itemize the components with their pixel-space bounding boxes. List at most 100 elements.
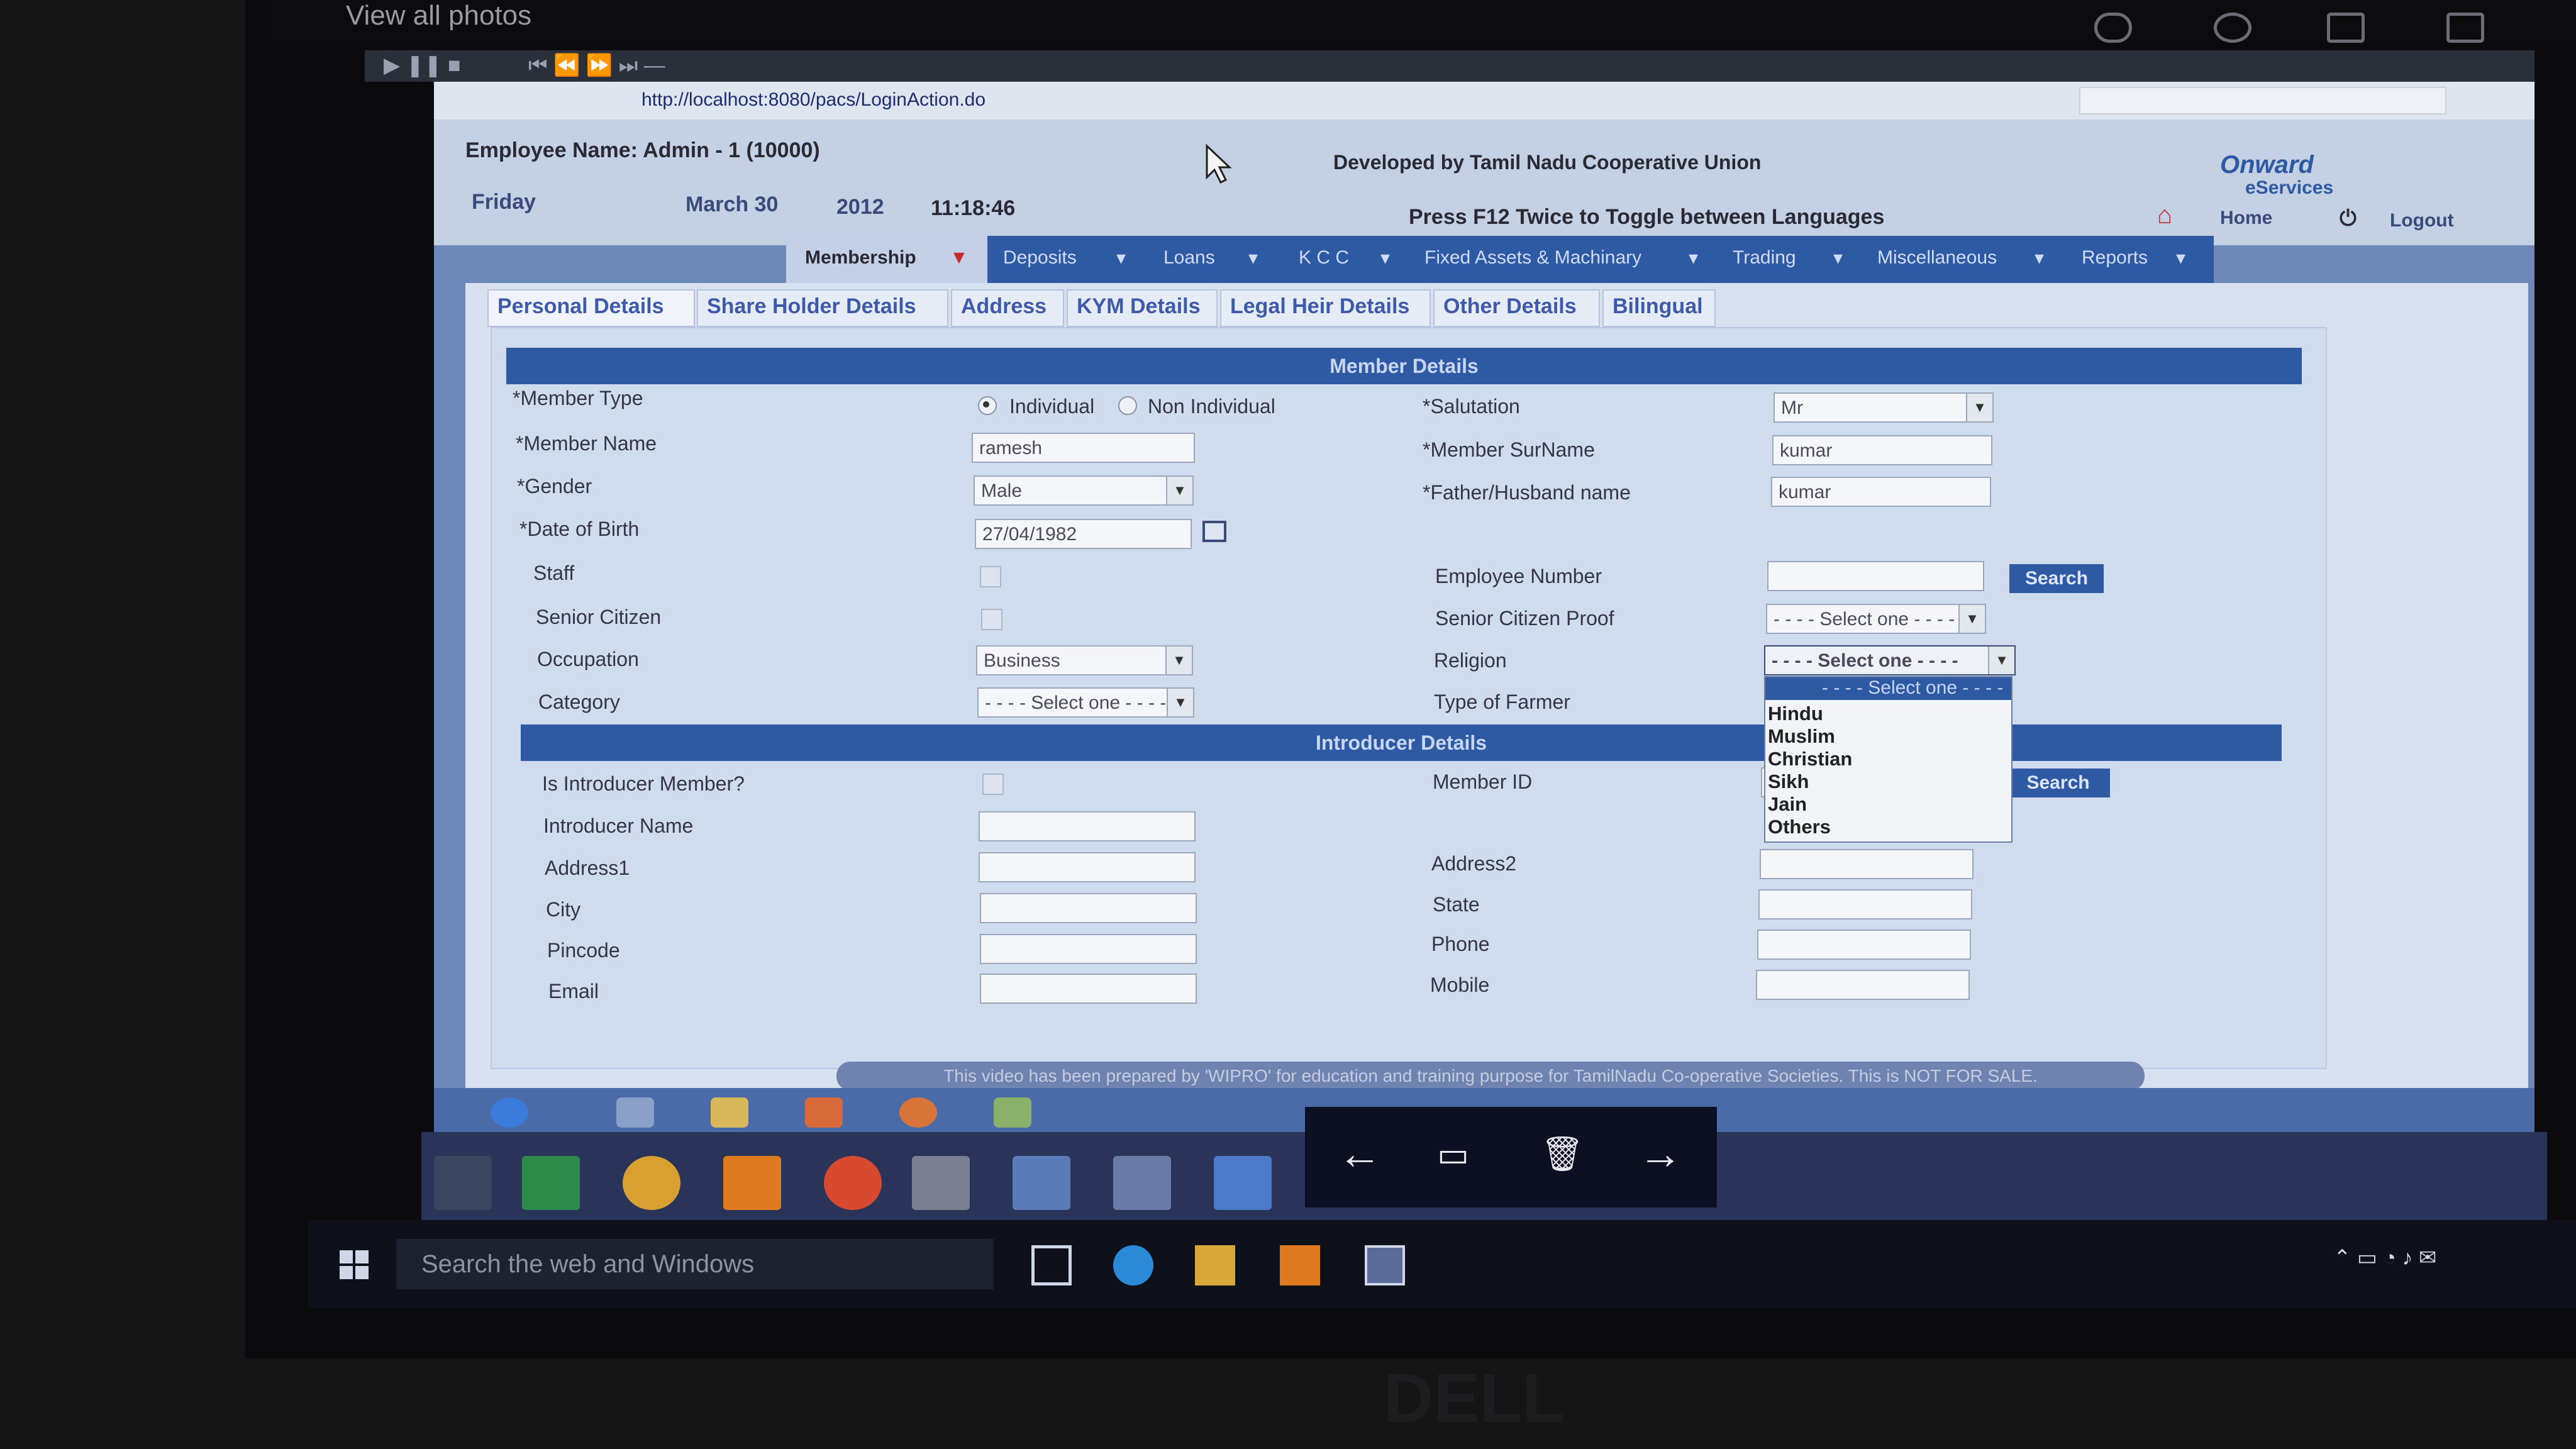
url-text[interactable]: http://localhost:8080/pacs/LoginAction.d… (641, 89, 985, 111)
religion-option-others[interactable]: Others (1768, 816, 1831, 838)
menu-fixed-assets[interactable]: Fixed Assets & Machinary (1424, 247, 1641, 269)
file-explorer-icon[interactable] (1195, 1245, 1235, 1285)
staff-checkbox[interactable] (980, 566, 1001, 587)
edit-icon[interactable] (2446, 13, 2484, 43)
member-name-label: *Member Name (516, 432, 657, 455)
gender-select[interactable]: Male ▼ (974, 475, 1194, 506)
vlc-icon[interactable] (723, 1156, 781, 1210)
present-icon[interactable]: ▭ (1437, 1135, 1469, 1174)
home-link[interactable]: Home (2220, 208, 2272, 229)
win7-start-icon[interactable] (491, 1097, 528, 1128)
logout-link[interactable]: Logout (2390, 210, 2454, 231)
play-icon[interactable]: ▶ ❚❚ ■ (384, 53, 461, 78)
member-type-label: *Member Type (513, 387, 643, 409)
religion-dropdown-list: - - - - Select one - - - - Hindu Muslim … (1764, 676, 2012, 843)
vlc-icon[interactable] (1280, 1245, 1320, 1285)
city-input[interactable] (980, 893, 1197, 923)
firefox-icon[interactable] (899, 1097, 937, 1128)
state-input[interactable] (1758, 889, 1972, 919)
home-icon[interactable]: ⌂ (2157, 201, 2172, 230)
slideshow-icon[interactable] (2327, 13, 2365, 43)
mobile-label: Mobile (1430, 974, 1490, 996)
calendar-icon[interactable] (1202, 521, 1226, 542)
task-view-icon[interactable] (1031, 1245, 1072, 1285)
tab-bilingual[interactable]: Bilingual (1602, 289, 1716, 327)
pincode-input[interactable] (980, 934, 1197, 964)
brand-logo: Onward (2220, 151, 2314, 179)
excel-icon[interactable] (994, 1097, 1031, 1128)
tab-other-details[interactable]: Other Details (1433, 289, 1600, 327)
menu-reports[interactable]: Reports (2082, 247, 2148, 269)
tab-share-holder-details[interactable]: Share Holder Details (697, 289, 948, 327)
phone-input[interactable] (1757, 930, 1971, 960)
network-icon[interactable] (1013, 1156, 1070, 1210)
media-icon[interactable] (805, 1097, 843, 1128)
windows-icon[interactable] (434, 1156, 492, 1210)
explorer-icon[interactable] (1113, 1156, 1171, 1210)
menu-membership[interactable]: Membership ▼ (786, 236, 987, 285)
mobile-input[interactable] (1756, 970, 1970, 1000)
category-select[interactable]: - - - - Select one - - - - ▼ (977, 687, 1194, 718)
ie-icon[interactable] (616, 1097, 654, 1128)
religion-option-hindu[interactable]: Hindu (1768, 702, 1823, 725)
photos-icon[interactable] (1214, 1156, 1272, 1210)
menu-trading[interactable]: Trading (1733, 247, 1796, 269)
religion-option-muslim[interactable]: Muslim (1768, 725, 1835, 748)
non-individual-radio[interactable] (1118, 396, 1137, 415)
member-surname-input[interactable]: kumar (1772, 435, 1992, 465)
logout-icon[interactable]: ⏻ (2340, 206, 2357, 231)
delete-icon[interactable]: 🗑 (1541, 1135, 1584, 1174)
menu-kcc[interactable]: K C C (1299, 247, 1349, 269)
menu-deposits[interactable]: Deposits (1003, 247, 1077, 269)
view-all-photos-link[interactable]: View all photos (346, 0, 531, 31)
tab-personal-details[interactable]: Personal Details (487, 289, 695, 327)
chevron-down-icon: ▼ (1966, 394, 1992, 421)
member-name-input[interactable]: ramesh (972, 433, 1195, 463)
previous-arrow-icon[interactable]: ← (1338, 1128, 1382, 1179)
edge-icon[interactable] (1113, 1245, 1153, 1285)
religion-select[interactable]: - - - - Select one - - - - ▼ (1764, 645, 2016, 675)
introducer-name-input[interactable] (979, 811, 1196, 841)
religion-option-sikh[interactable]: Sikh (1768, 770, 1809, 793)
menu-miscellaneous[interactable]: Miscellaneous (1877, 247, 1997, 269)
salutation-select[interactable]: Mr ▼ (1774, 392, 1994, 423)
start-icon[interactable] (340, 1250, 370, 1280)
app-icon[interactable] (912, 1156, 970, 1210)
address-bar[interactable]: http://localhost:8080/pacs/LoginAction.d… (434, 82, 2534, 119)
employee-number-label: Employee Number (1435, 565, 1602, 587)
search-member-button[interactable]: Search (2006, 769, 2110, 797)
occupation-select[interactable]: Business ▼ (976, 645, 1193, 675)
mouse-cursor-icon (1206, 143, 1232, 184)
seek-icon[interactable]: ⏮ ⏪ ⏩ ⏭ — (528, 53, 665, 78)
dob-input[interactable]: 27/04/1982 (975, 519, 1192, 549)
is-introducer-member-checkbox[interactable] (982, 774, 1004, 795)
search-employee-button[interactable]: Search (2009, 564, 2104, 593)
language-hint: Press F12 Twice to Toggle between Langua… (1409, 205, 1885, 229)
tab-legal-heir-details[interactable]: Legal Heir Details (1220, 289, 1431, 327)
tab-address[interactable]: Address (951, 289, 1064, 327)
address1-input[interactable] (979, 852, 1196, 882)
employee-number-input[interactable] (1767, 561, 1984, 591)
browser-search-input[interactable] (2079, 87, 2446, 114)
folder-icon[interactable] (711, 1097, 748, 1128)
tab-kym-details[interactable]: KYM Details (1067, 289, 1218, 327)
next-arrow-icon[interactable]: → (1638, 1128, 1682, 1179)
system-tray-icons[interactable]: ⌃ ▭ ◔ ♪ ✉ (2333, 1245, 2497, 1283)
senior-citizen-checkbox[interactable] (981, 609, 1002, 630)
firefox-icon[interactable] (824, 1156, 882, 1210)
individual-radio[interactable] (978, 396, 997, 415)
taskbar-search-input[interactable]: Search the web and Windows (396, 1239, 994, 1289)
father-husband-input[interactable]: kumar (1771, 477, 1991, 507)
zoom-icon[interactable] (2214, 13, 2251, 43)
photos-app-icon[interactable] (1365, 1245, 1405, 1285)
store-icon[interactable] (522, 1156, 580, 1210)
email-input[interactable] (980, 974, 1197, 1004)
religion-option-select-one[interactable]: - - - - Select one - - - - (1765, 677, 2011, 700)
religion-option-jain[interactable]: Jain (1768, 793, 1807, 816)
address2-input[interactable] (1760, 849, 1974, 879)
chrome-icon[interactable] (623, 1156, 680, 1210)
share-icon[interactable] (2094, 13, 2132, 43)
senior-citizen-proof-select[interactable]: - - - - Select one - - - - ▼ (1766, 604, 1986, 634)
menu-loans[interactable]: Loans (1163, 247, 1215, 269)
religion-option-christian[interactable]: Christian (1768, 748, 1852, 770)
